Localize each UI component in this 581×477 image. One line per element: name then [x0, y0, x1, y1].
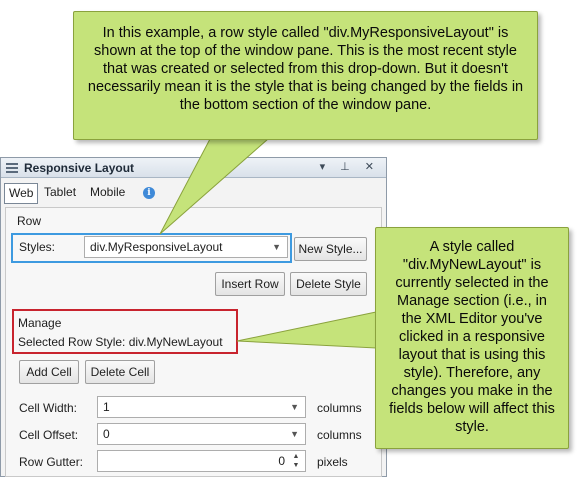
row-gutter-label: Row Gutter:: [19, 455, 84, 469]
cell-offset-unit: columns: [317, 428, 362, 442]
grip-icon[interactable]: [6, 163, 18, 173]
chevron-down-icon: ▼: [290, 429, 299, 439]
stepper-up-icon[interactable]: ▲: [290, 452, 302, 461]
row-gutter-unit: pixels: [317, 455, 348, 469]
cell-width-value: 1: [103, 400, 110, 414]
responsive-layout-pane: Responsive Layout ▾ ⊥ ✕ Web Tablet Mobil…: [0, 157, 387, 477]
info-icon[interactable]: i: [143, 187, 155, 199]
stepper-down-icon[interactable]: ▼: [290, 461, 302, 470]
cell-width-dropdown[interactable]: 1 ▼: [97, 396, 306, 418]
pane-window-controls[interactable]: ▾ ⊥ ✕: [320, 160, 380, 173]
add-cell-button[interactable]: Add Cell: [19, 360, 79, 384]
pane-titlebar[interactable]: Responsive Layout ▾ ⊥ ✕: [1, 158, 386, 178]
callout-top-text: In this example, a row style called "div…: [87, 25, 524, 113]
cell-offset-dropdown[interactable]: 0 ▼: [97, 423, 306, 445]
callout-right-text: A style called "div.MyNewLayout" is curr…: [389, 239, 555, 435]
cell-width-unit: columns: [317, 401, 362, 415]
chevron-down-icon: ▼: [272, 242, 281, 252]
styles-label: Styles:: [19, 240, 56, 254]
tab-tablet[interactable]: Tablet: [40, 183, 80, 204]
selected-row-style: Selected Row Style: div.MyNewLayout: [18, 335, 223, 349]
row-gutter-stepper[interactable]: ▲ ▼: [290, 452, 302, 470]
cell-width-label: Cell Width:: [19, 401, 78, 415]
callout-top: In this example, a row style called "div…: [73, 11, 538, 140]
callout-right: A style called "div.MyNewLayout" is curr…: [375, 227, 569, 449]
manage-heading: Manage: [18, 316, 62, 330]
row-gutter-input[interactable]: 0 ▲ ▼: [97, 450, 306, 472]
tab-web[interactable]: Web: [4, 183, 39, 204]
styles-dropdown-value: div.MyResponsiveLayout: [90, 240, 223, 254]
cell-offset-label: Cell Offset:: [19, 428, 79, 442]
cell-offset-value: 0: [103, 427, 110, 441]
row-gutter-value: 0: [278, 454, 285, 468]
chevron-down-icon: ▼: [290, 402, 299, 412]
pane-body: Row Styles: div.MyResponsiveLayout ▼ New…: [5, 207, 382, 477]
styles-dropdown[interactable]: div.MyResponsiveLayout ▼: [84, 236, 288, 258]
pane-title: Responsive Layout: [24, 161, 135, 175]
tab-mobile[interactable]: Mobile: [86, 183, 129, 204]
insert-row-button[interactable]: Insert Row: [215, 272, 285, 296]
new-style-button[interactable]: New Style...: [294, 237, 367, 261]
delete-cell-button[interactable]: Delete Cell: [85, 360, 155, 384]
row-heading: Row: [17, 214, 42, 228]
delete-style-button[interactable]: Delete Style: [290, 272, 367, 296]
